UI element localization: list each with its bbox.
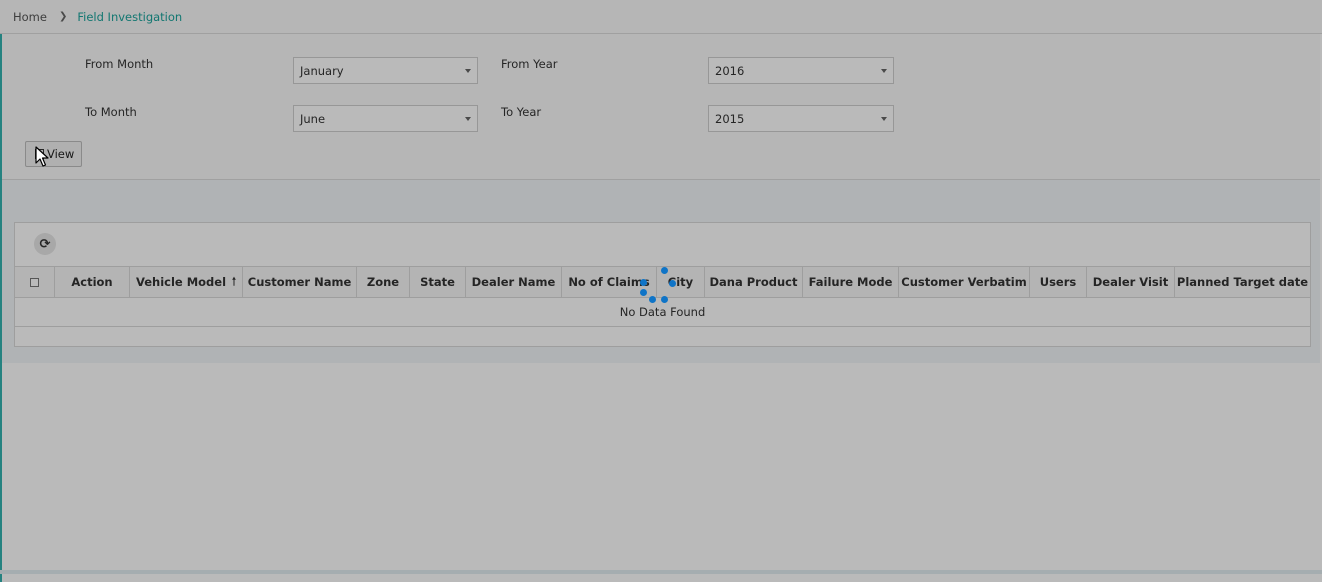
loading-spinner-icon [637, 267, 679, 309]
mouse-cursor-icon [35, 146, 49, 167]
